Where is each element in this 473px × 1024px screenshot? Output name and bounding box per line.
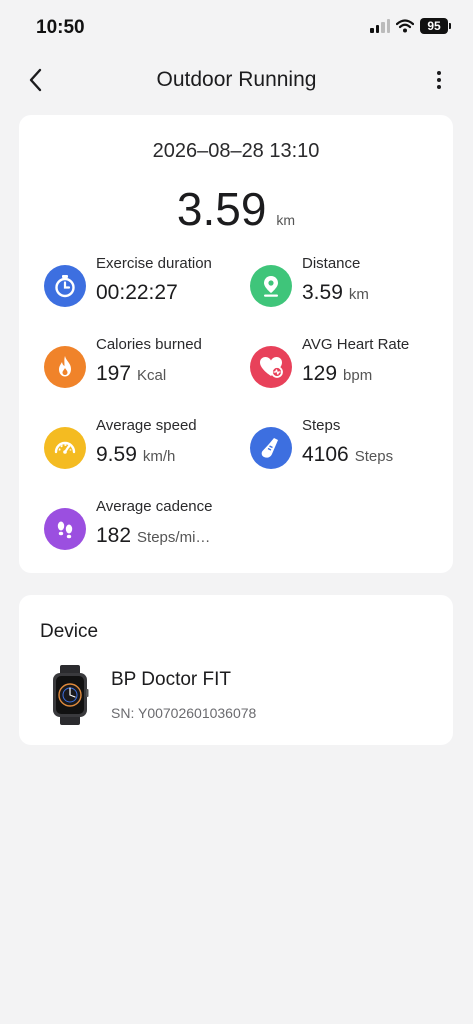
total-distance-value: 3.59 <box>176 183 267 235</box>
metric-value-row: 197 Kcal <box>96 362 166 386</box>
more-vertical-icon <box>437 71 441 75</box>
metric-label: Average cadence <box>96 498 213 515</box>
device-section-title: Device <box>40 621 99 642</box>
smartwatch-icon <box>53 665 89 725</box>
battery-level: 95 <box>420 18 448 34</box>
metric-label: Steps <box>302 417 341 434</box>
metric-value-row: 3.59 km <box>302 281 369 305</box>
total-distance-unit: km <box>276 212 296 228</box>
metric-avg-heart-rate: AVG Heart Rate 129 bpm <box>250 336 450 396</box>
metric-calories-burned: Calories burned 197 Kcal <box>44 336 244 396</box>
total-distance: 3.59 km <box>19 182 453 236</box>
status-bar: 10:50 95 <box>0 0 473 56</box>
metric-value: 197 <box>96 362 132 385</box>
signal-icon <box>370 19 390 33</box>
metric-value: 3.59 <box>302 281 343 304</box>
metric-value-row: 00:22:27 <box>96 281 178 305</box>
status-icons: 95 <box>370 18 451 34</box>
metric-value: 9.59 <box>96 443 137 466</box>
metric-value-row: 182 Steps/mi… <box>96 524 210 548</box>
metric-value-row: 4106 Steps <box>302 443 393 467</box>
metric-label: Average speed <box>96 417 197 434</box>
metric-exercise-duration: Exercise duration 00:22:27 <box>44 255 244 315</box>
metric-unit: Steps <box>354 448 394 465</box>
device-name: BP Doctor FIT <box>111 669 232 690</box>
footprints-icon <box>44 508 86 550</box>
metric-label: AVG Heart Rate <box>302 336 410 353</box>
metric-label: Exercise duration <box>96 255 212 272</box>
metric-unit: km <box>348 286 369 303</box>
metric-value: 00:22:27 <box>96 281 178 304</box>
page-title: Outdoor Running <box>156 68 317 91</box>
device-serial-number: SN: Y00702601036078 <box>111 705 257 721</box>
more-options-button[interactable] <box>427 68 451 92</box>
metric-label: Calories burned <box>96 336 202 353</box>
metric-label: Distance <box>302 255 361 272</box>
metric-distance: Distance 3.59 km <box>250 255 450 315</box>
device-card[interactable]: Device BP Doctor FIT SN: Y00702601036078 <box>19 595 453 745</box>
workout-datetime: 2026–08–28 13:10 <box>152 140 320 162</box>
metric-unit: bpm <box>343 367 373 384</box>
metric-value: 182 <box>96 524 132 547</box>
metric-unit: km/h <box>142 448 176 465</box>
battery-icon: 95 <box>420 18 451 34</box>
metric-average-cadence: Average cadence 182 Steps/mi… <box>44 498 304 558</box>
heart-rate-icon <box>250 346 292 388</box>
stopwatch-icon <box>44 265 86 307</box>
workout-summary-card: 2026–08–28 13:10 3.59 km Exercise duratio… <box>19 115 453 573</box>
metric-average-speed: Average speed 9.59 km/h <box>44 417 244 477</box>
metric-value-row: 9.59 km/h <box>96 443 175 467</box>
speedometer-icon <box>44 427 86 469</box>
metric-value: 4106 <box>302 443 349 466</box>
shoe-icon <box>250 427 292 469</box>
metric-value-row: 129 bpm <box>302 362 372 386</box>
status-time: 10:50 <box>36 17 85 38</box>
metric-unit: Steps/mi… <box>137 529 211 546</box>
wifi-icon <box>396 19 414 33</box>
metric-unit: Kcal <box>137 367 167 384</box>
metric-steps: Steps 4106 Steps <box>250 417 450 477</box>
metric-value: 129 <box>302 362 338 385</box>
location-pin-icon <box>250 265 292 307</box>
flame-icon <box>44 346 86 388</box>
nav-bar: Outdoor Running <box>0 56 473 104</box>
